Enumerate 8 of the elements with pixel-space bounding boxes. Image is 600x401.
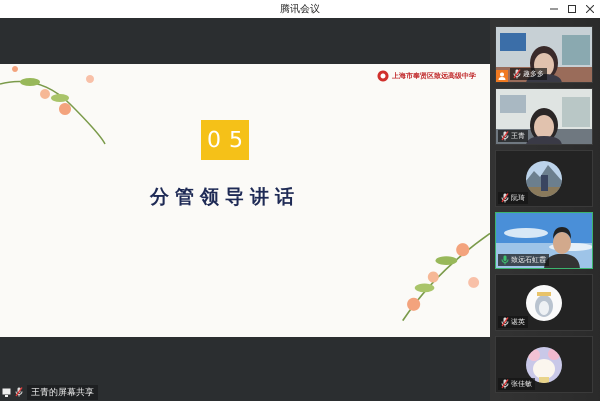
school-logo-icon [377, 70, 389, 82]
slide-heading: 分管领导讲话 [150, 185, 300, 210]
screen-share-icon [2, 388, 11, 396]
maximize-icon[interactable] [568, 5, 576, 13]
window-title: 腾讯会议 [280, 2, 320, 16]
section-number: 05 [201, 120, 249, 160]
screen-share-label: 王青的屏幕共享 [27, 384, 98, 400]
close-icon[interactable] [586, 5, 594, 13]
